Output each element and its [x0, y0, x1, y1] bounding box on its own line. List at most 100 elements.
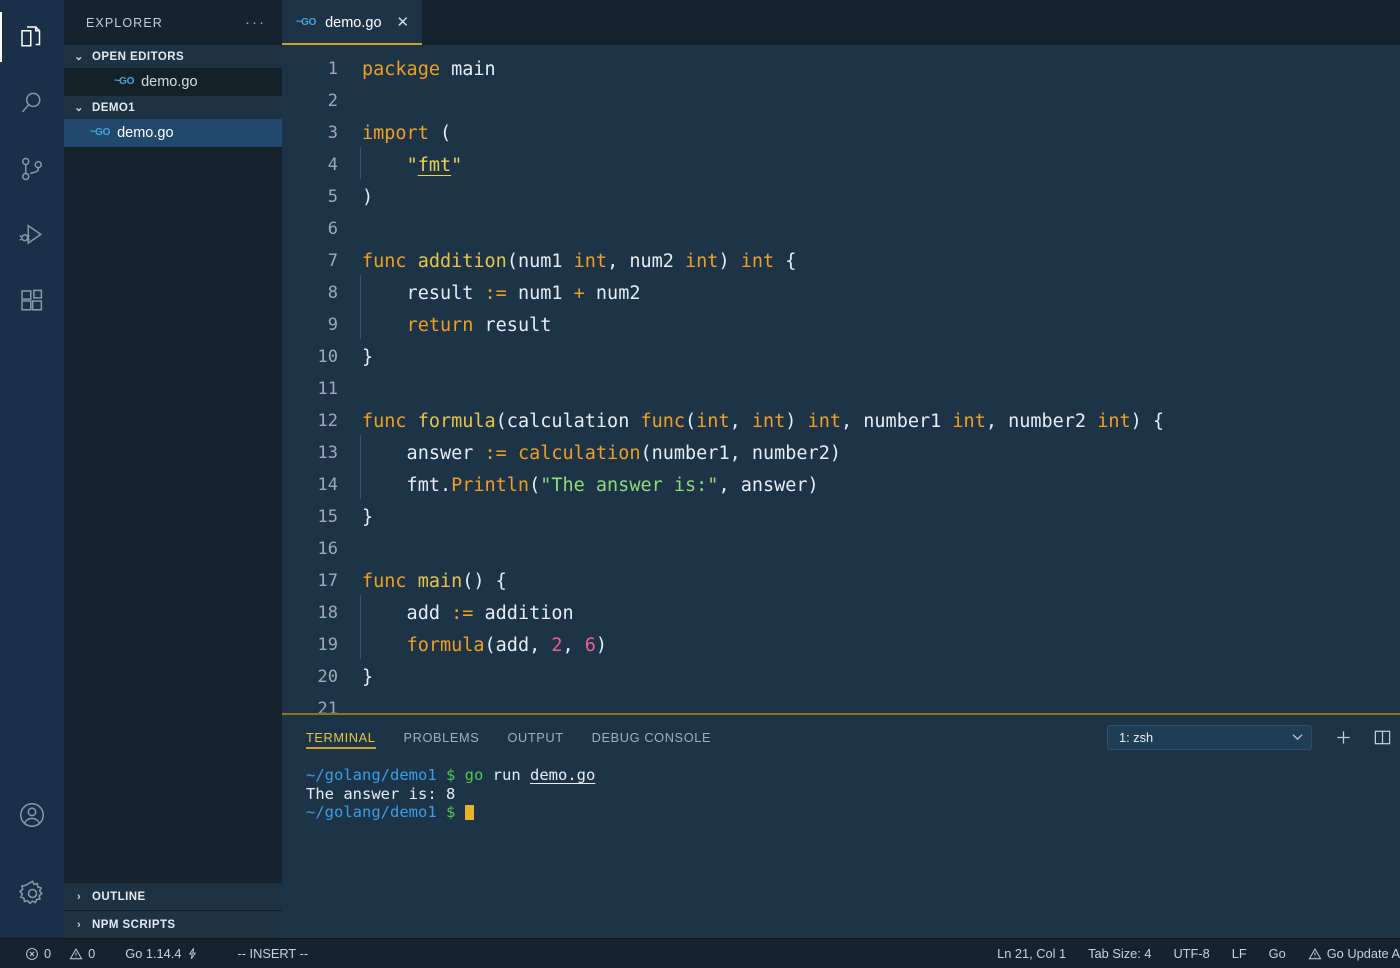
code-token: int	[952, 410, 986, 432]
line-number: 21	[317, 699, 338, 715]
terminal-token: run	[483, 766, 530, 784]
go-file-icon: GO	[90, 126, 110, 138]
activity-manage[interactable]	[0, 848, 64, 938]
new-terminal-button[interactable]	[1334, 728, 1353, 747]
code-token: int	[751, 410, 786, 432]
account-icon	[17, 800, 47, 830]
code-line: 6	[282, 213, 1400, 245]
status-language-mode[interactable]: Go	[1258, 946, 1297, 961]
sidebar-collapsed-sections: › OUTLINE › NPM SCRIPTS	[64, 882, 282, 938]
sidebar-section-demo1[interactable]: ⌄ DEMO1	[64, 96, 282, 119]
terminal-token: ~/golang/demo1	[306, 766, 446, 784]
code-token: )	[362, 186, 374, 208]
code-token: , number2	[985, 410, 1098, 432]
extensions-icon	[17, 286, 47, 316]
status-encoding[interactable]: UTF-8	[1162, 946, 1220, 961]
code-token: :=	[484, 442, 507, 464]
sidebar-section-npm-scripts[interactable]: › NPM SCRIPTS	[64, 910, 282, 938]
code-editor[interactable]: 1 package main 2 3 import (4 "fmt" 5) 6 7 func a…	[282, 45, 1400, 715]
error-circle-icon	[25, 947, 39, 961]
plus-icon	[1337, 731, 1350, 744]
tab-debug-console[interactable]: DEBUG CONSOLE	[592, 715, 711, 760]
code-token: func	[362, 410, 418, 432]
activity-search[interactable]	[0, 70, 64, 136]
status-vim-mode-label: -- INSERT --	[237, 946, 309, 961]
editor-area: GO demo.go ✕ 1package main23import (4 "f…	[282, 0, 1400, 938]
activity-extensions[interactable]	[0, 268, 64, 334]
sidebar-section-label: OUTLINE	[92, 890, 146, 903]
code-token: ,	[729, 410, 752, 432]
open-editor-item-demo-go[interactable]: GO demo.go	[64, 68, 282, 96]
sidebar-more-actions-icon[interactable]: ···	[245, 15, 266, 30]
line-number: 5	[327, 187, 338, 207]
sidebar-section-label: OPEN EDITORS	[92, 50, 185, 63]
code-token: import	[362, 122, 440, 144]
code-token: addition	[473, 602, 574, 624]
code-token: add	[362, 602, 452, 624]
editor-tab-bar: GO demo.go ✕	[282, 0, 1400, 45]
code-line: 21	[282, 693, 1400, 715]
code-token: int	[696, 410, 730, 432]
tab-label: demo.go	[325, 14, 382, 31]
status-cursor-position[interactable]: Ln 21, Col 1	[986, 946, 1077, 961]
tab-output[interactable]: OUTPUT	[507, 715, 563, 760]
code-line: 18 add := addition	[282, 594, 1400, 629]
code-line: 9 return result	[282, 306, 1400, 341]
status-bar-left: 0 0 Go 1.14.4 -- INSERT --	[0, 946, 319, 961]
status-go-update[interactable]: Go Update A	[1297, 946, 1400, 961]
line-number: 14	[317, 475, 338, 495]
code-token: )	[595, 634, 608, 656]
status-go-version[interactable]: Go 1.14.4	[111, 946, 210, 961]
line-number: 6	[327, 219, 338, 239]
activity-explorer[interactable]	[0, 4, 64, 70]
tab-problems[interactable]: PROBLEMS	[404, 715, 480, 760]
code-line: 4 "fmt"	[282, 146, 1400, 181]
code-token: }	[362, 506, 374, 528]
code-token: int	[685, 250, 719, 272]
terminal-token: The answer is: 8	[306, 784, 456, 803]
sidebar-section-open-editors[interactable]: ⌄ OPEN EDITORS	[64, 45, 282, 68]
code-line: 5)	[282, 181, 1400, 213]
status-warnings[interactable]: 0	[67, 946, 106, 961]
code-token: , num2	[607, 250, 686, 272]
line-text: }	[360, 507, 373, 528]
sidebar-section-outline[interactable]: › OUTLINE	[64, 882, 282, 910]
code-token: func	[640, 410, 686, 432]
terminal-token: $	[445, 803, 465, 821]
line-number: 16	[317, 539, 338, 559]
code-token: (add,	[484, 634, 552, 656]
line-text: formula(add, 2, 6)	[360, 626, 608, 659]
terminal-selector-value: 1: zsh	[1119, 730, 1154, 745]
code-token: int	[740, 250, 775, 272]
bottom-panel: TERMINAL PROBLEMS OUTPUT DEBUG CONSOLE 1…	[282, 715, 1400, 938]
status-indentation[interactable]: Tab Size: 4	[1077, 946, 1162, 961]
split-terminal-button[interactable]	[1373, 728, 1392, 747]
code-line: 7 func addition(num1 int, num2 int) int {	[282, 245, 1400, 277]
code-token: 2	[551, 634, 563, 656]
code-line: 14 fmt.Println("The answer is:", answer)	[282, 466, 1400, 501]
indent-guide	[360, 274, 361, 307]
activity-accounts[interactable]	[0, 782, 64, 848]
code-token: int	[1097, 410, 1131, 432]
terminal-line: ~/golang/demo1 $ go run demo.go	[306, 766, 1400, 785]
status-errors[interactable]: 0	[14, 946, 62, 961]
activity-source-control[interactable]	[0, 136, 64, 202]
status-eol[interactable]: LF	[1221, 946, 1258, 961]
line-number: 15	[317, 507, 338, 527]
line-number: 13	[317, 443, 338, 463]
terminal-line: The answer is: 8	[306, 785, 1400, 804]
source-control-icon	[17, 154, 47, 184]
line-number: 17	[317, 571, 338, 591]
terminal-selector[interactable]: 1: zsh	[1107, 725, 1312, 750]
go-file-icon: GO	[114, 75, 134, 87]
terminal-output[interactable]: ~/golang/demo1 $ go run demo.go The answe…	[282, 760, 1400, 938]
indent-guide	[360, 466, 361, 499]
activity-run-debug[interactable]	[0, 202, 64, 268]
close-icon[interactable]: ✕	[397, 15, 410, 30]
tab-terminal[interactable]: TERMINAL	[306, 715, 376, 760]
file-tree-item-demo-go[interactable]: GO demo.go	[64, 119, 282, 147]
code-token: () {	[462, 570, 507, 592]
code-token: formula	[406, 634, 485, 656]
tab-demo-go[interactable]: GO demo.go ✕	[282, 0, 423, 45]
